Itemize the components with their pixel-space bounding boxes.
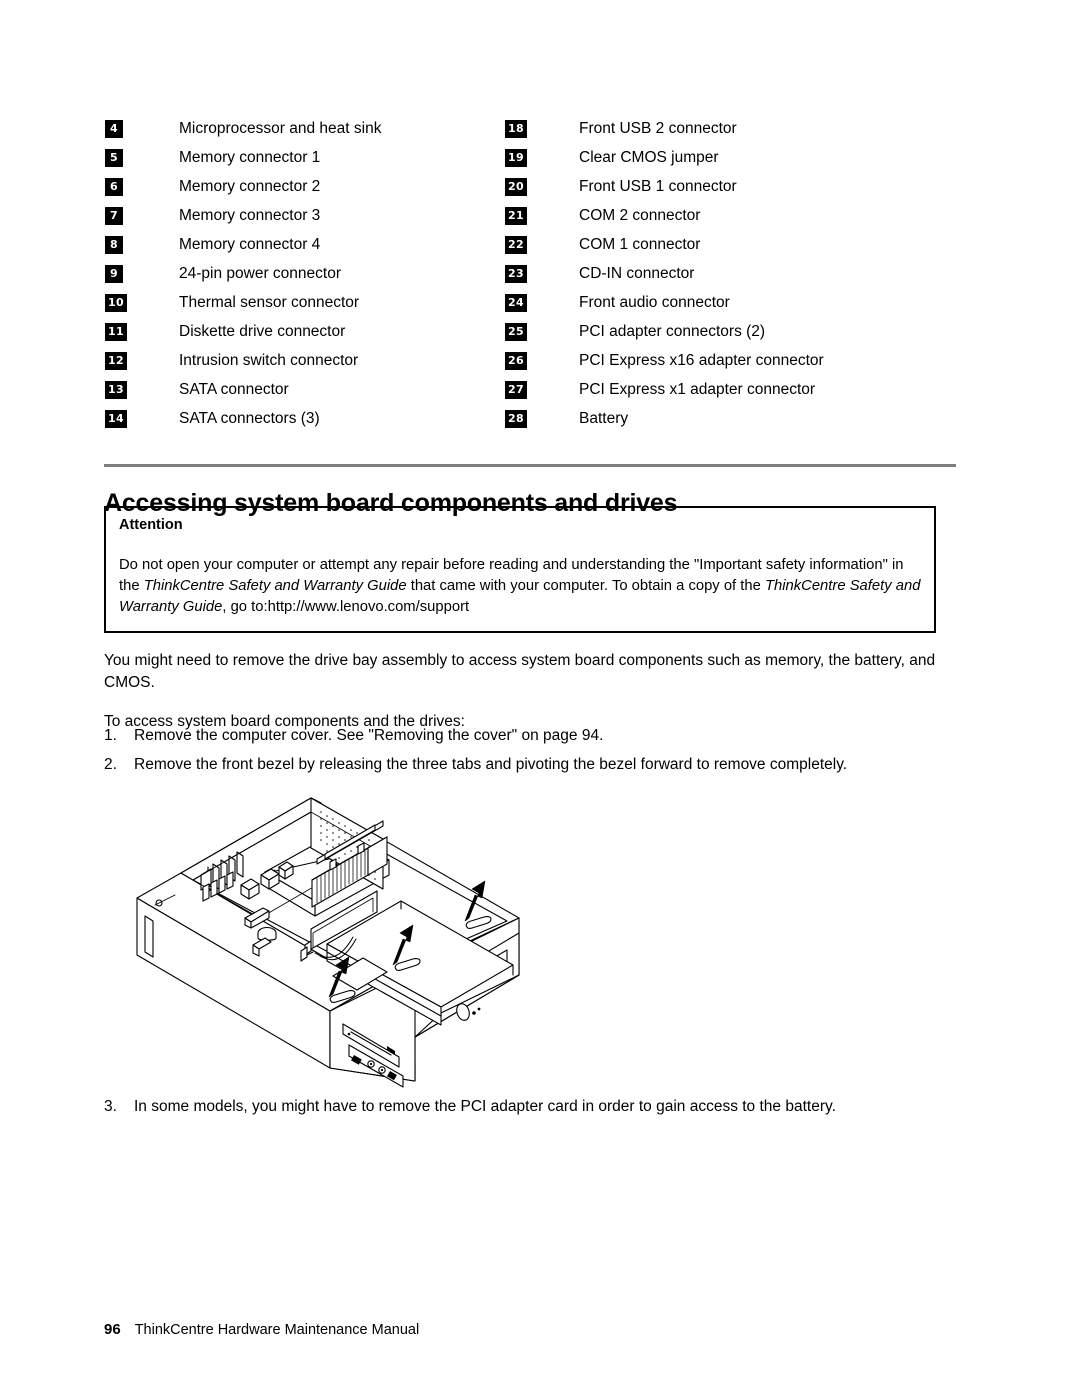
legend-item-label: Thermal sensor connector	[179, 293, 360, 311]
callout-badge: 14	[105, 409, 127, 428]
legend-item: 20 Front USB 1 connector	[505, 172, 985, 201]
callout-badge: 18	[505, 119, 527, 138]
legend-item-label: Memory connector 2	[179, 177, 321, 195]
legend-item-label: Memory connector 3	[179, 206, 321, 224]
legend-item: 27 PCI Express x1 adapter connector	[505, 375, 985, 404]
step-number: 2.	[104, 756, 117, 773]
legend-item: 6 Memory connector 2	[105, 172, 495, 201]
step-text: In some models, you might have to remove…	[134, 1098, 836, 1115]
legend-item: 19 Clear CMOS jumper	[505, 143, 985, 172]
legend-item-label: Clear CMOS jumper	[579, 148, 719, 166]
callout-badge: 4	[105, 119, 123, 138]
legend-item: 14 SATA connectors (3)	[105, 404, 495, 433]
guide-title-italic: ThinkCentre	[764, 578, 846, 594]
step-text: Remove the front bezel by releasing the …	[134, 756, 848, 773]
legend-item: 25 PCI adapter connectors (2)	[505, 317, 985, 346]
attention-heading: Attention	[119, 517, 183, 533]
legend-item: 4 Microprocessor and heat sink	[105, 114, 495, 143]
callout-badge: 8	[105, 235, 123, 254]
legend-item-label: Intrusion switch connector	[179, 351, 359, 369]
callout-badge: 27	[505, 380, 527, 399]
legend-item-label: Microprocessor and heat sink	[179, 119, 382, 137]
legend-item-label: Front audio connector	[579, 293, 730, 311]
step-number: 3.	[104, 1098, 117, 1115]
list-item: 2. Remove the front bezel by releasing t…	[104, 754, 964, 776]
legend-item: 22 COM 1 connector	[505, 230, 985, 259]
attention-body-text: Do not open your computer or attempt any…	[119, 555, 921, 618]
legend-item-label: Battery	[579, 409, 629, 427]
callout-badge: 9	[105, 264, 123, 283]
callout-badge: 12	[105, 351, 127, 370]
callout-badge: 13	[105, 380, 127, 399]
legend-item: 12 Intrusion switch connector	[105, 346, 495, 375]
callout-badge: 19	[505, 148, 527, 167]
legend-item-label: Diskette drive connector	[179, 322, 346, 340]
legend-item: 21 COM 2 connector	[505, 201, 985, 230]
callout-badge: 25	[505, 322, 527, 341]
callout-badge: 21	[505, 206, 527, 225]
callout-badge: 6	[105, 177, 123, 196]
document-title: ThinkCentre Hardware Maintenance Manual	[134, 1322, 420, 1338]
legend-item: 13 SATA connector	[105, 375, 495, 404]
callout-badge: 22	[505, 235, 527, 254]
legend-item: 24 Front audio connector	[505, 288, 985, 317]
legend-column-left: 4 Microprocessor and heat sink 5 Memory …	[105, 114, 495, 433]
step-number: 1.	[104, 727, 117, 744]
attention-callout-box: Attention Do not open your computer or a…	[104, 506, 936, 633]
legend-item: 18 Front USB 2 connector	[505, 114, 985, 143]
legend-item-label: SATA connectors (3)	[179, 409, 320, 427]
step-text: Remove the computer cover. See "Removing…	[134, 727, 604, 744]
list-item: 1. Remove the computer cover. See "Remov…	[104, 725, 964, 747]
legend-item-label: Front USB 2 connector	[579, 119, 737, 137]
callout-badge: 11	[105, 322, 127, 341]
document-page: 4 Microprocessor and heat sink 5 Memory …	[0, 0, 1080, 1397]
legend-item: 11 Diskette drive connector	[105, 317, 495, 346]
legend-item: 7 Memory connector 3	[105, 201, 495, 230]
list-item: 3. In some models, you might have to rem…	[104, 1096, 984, 1118]
legend-item: 28 Battery	[505, 404, 985, 433]
callout-badge: 10	[105, 293, 127, 312]
attention-line-1: Do not open your computer or attempt any…	[119, 557, 888, 573]
callout-badge: 7	[105, 206, 123, 225]
legend-item-label: CD-IN connector	[579, 264, 695, 282]
legend-item-label: Front USB 1 connector	[579, 177, 737, 195]
legend-item-label: 24-pin power connector	[179, 264, 341, 282]
procedure-steps: 1. Remove the computer cover. See "Remov…	[104, 725, 964, 783]
callout-badge: 5	[105, 148, 123, 167]
legend-item: 5 Memory connector 1	[105, 143, 495, 172]
callout-badge: 24	[505, 293, 527, 312]
callout-badge: 28	[505, 409, 527, 428]
page-number: 96	[104, 1321, 121, 1338]
guide-title-italic: ThinkCentre Safety and Warranty Guide	[143, 578, 407, 594]
legend-item-label: COM 2 connector	[579, 206, 701, 224]
legend-item-label: COM 1 connector	[579, 235, 701, 253]
chassis-illustration	[115, 785, 555, 1090]
section-divider	[104, 464, 956, 467]
legend-item-label: PCI adapter connectors (2)	[579, 322, 766, 340]
legend-item: 9 24-pin power connector	[105, 259, 495, 288]
legend-item-label: SATA connector	[179, 380, 289, 398]
attention-line-2-mid: that came with your computer. To obtain …	[406, 578, 765, 594]
legend-item: 10 Thermal sensor connector	[105, 288, 495, 317]
attention-support-url: , go to:http://www.lenovo.com/support	[222, 599, 470, 615]
legend-column-right: 18 Front USB 2 connector 19 Clear CMOS j…	[505, 114, 985, 433]
callout-badge: 26	[505, 351, 527, 370]
legend-item: 26 PCI Express x16 adapter connector	[505, 346, 985, 375]
legend-item-label: Memory connector 4	[179, 235, 321, 253]
legend-item-label: Memory connector 1	[179, 148, 321, 166]
legend-item: 23 CD-IN connector	[505, 259, 985, 288]
callout-badge: 23	[505, 264, 527, 283]
callout-badge: 20	[505, 177, 527, 196]
page-footer: 96 ThinkCentre Hardware Maintenance Manu…	[104, 1321, 419, 1338]
intro-paragraph: You might need to remove the drive bay a…	[104, 651, 936, 691]
legend-item: 8 Memory connector 4	[105, 230, 495, 259]
legend-item-label: PCI Express x1 adapter connector	[579, 380, 816, 398]
legend-item-label: PCI Express x16 adapter connector	[579, 351, 824, 369]
